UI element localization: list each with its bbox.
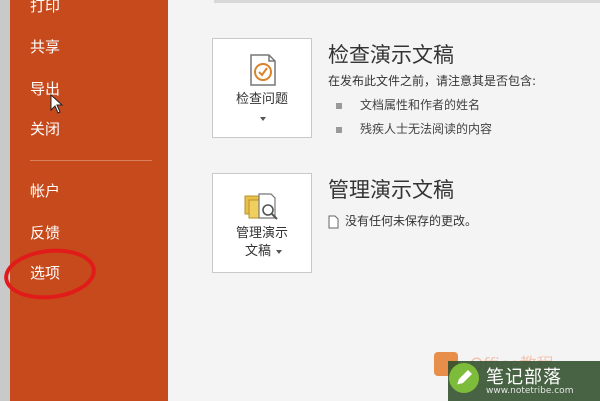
inspect-button-label: 检查问题 [235,92,288,107]
chevron-down-icon [260,117,266,121]
chevron-down-icon [276,250,282,254]
bullet-text: 文档属性和作者的姓名 [360,98,481,112]
watermark-url: www.notetribe.com [486,386,574,396]
inspect-document-button[interactable]: 检查问题 [212,38,312,138]
sidebar-divider [30,160,152,161]
sidebar-item-account[interactable]: 帐户 [30,182,60,200]
backstage-sidebar: 打印 共享 导出 关闭 帐户 反馈 选项 [10,0,168,401]
inspect-bullet-2: 残疾人士无法阅读的内容 [336,120,492,137]
bullet-text: 残疾人士无法阅读的内容 [360,122,493,136]
manage-button-label-line1: 管理演示 [235,226,288,241]
inspect-bullet-1: 文档属性和作者的姓名 [336,96,480,113]
inspect-document-icon [250,54,276,86]
sidebar-item-close[interactable]: 关闭 [30,120,60,138]
pencil-logo-icon [449,363,479,393]
window-edge [0,0,10,401]
top-divider [214,0,600,3]
sidebar-item-print[interactable]: 打印 [30,0,60,15]
bullet-square-icon [336,102,342,109]
main-content: 检查问题 检查演示文稿 在发布此文件之前，请注意其是否包含: 文档属性和作者的姓… [168,0,600,401]
sidebar-item-feedback[interactable]: 反馈 [30,224,60,242]
manage-title: 管理演示文稿 [328,178,454,202]
manage-button-label-line2: 文稿 [244,244,271,259]
mouse-cursor-icon [50,94,64,114]
manage-status: 没有任何未保存的更改。 [328,212,477,229]
bullet-square-icon [336,126,342,133]
inspect-description: 在发布此文件之前，请注意其是否包含: [328,74,537,88]
document-icon [328,215,339,228]
inspect-title: 检查演示文稿 [328,43,454,67]
manage-document-button[interactable]: 管理演示 文稿 [212,173,312,273]
manage-status-text: 没有任何未保存的更改。 [345,214,478,228]
manage-documents-icon [244,193,278,220]
sidebar-item-share[interactable]: 共享 [30,38,60,56]
